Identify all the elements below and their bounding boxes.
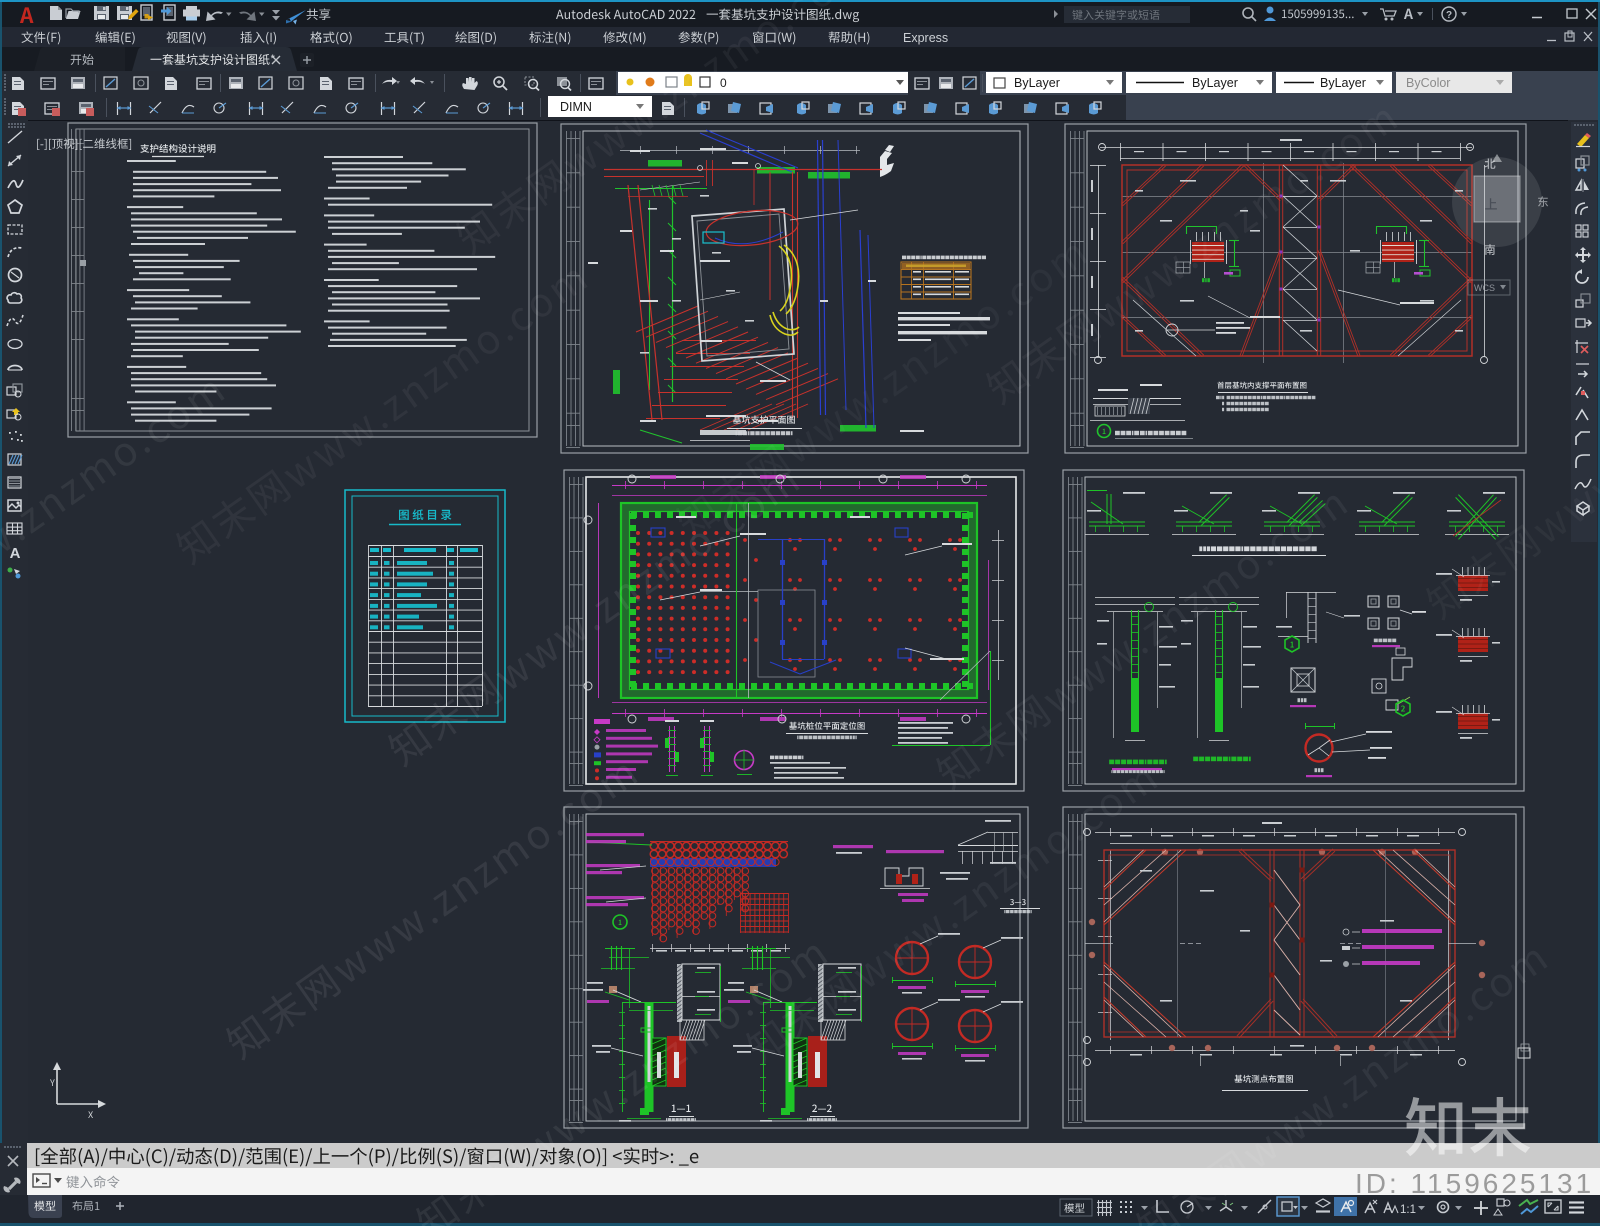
svg-text:1:1: 1:1 [1400, 1204, 1416, 1216]
svg-text:DIMN: DIMN [560, 100, 592, 114]
svg-text:ByLayer: ByLayer [1192, 76, 1238, 90]
svg-text:Express: Express [903, 31, 948, 45]
svg-text:A: A [10, 545, 21, 562]
svg-text:ID: 1159625131: ID: 1159625131 [1355, 1168, 1594, 1199]
svg-text:ByLayer: ByLayer [1014, 76, 1060, 90]
svg-text:?: ? [1446, 10, 1452, 21]
svg-text:ByColor: ByColor [1406, 76, 1450, 90]
svg-text:ByLayer: ByLayer [1320, 76, 1366, 90]
svg-text:WCS: WCS [1474, 283, 1495, 293]
